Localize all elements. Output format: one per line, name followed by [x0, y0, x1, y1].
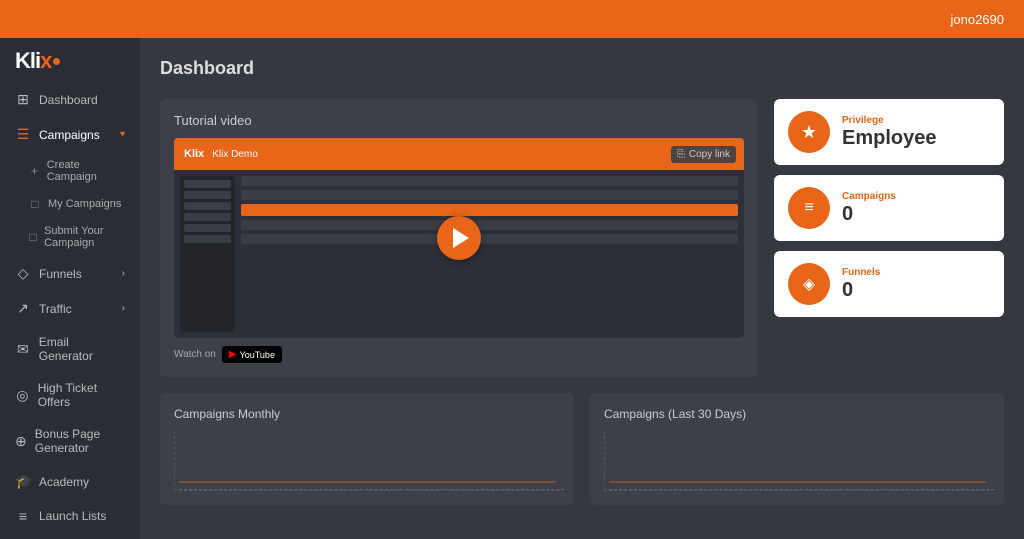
campaigns-monthly-title: Campaigns Monthly	[174, 407, 560, 421]
traffic-icon: ↗	[15, 300, 31, 317]
page-title: Dashboard	[160, 58, 1004, 79]
sidebar-sub-submit-campaign[interactable]: □ Submit Your Campaign	[0, 218, 140, 256]
ticket-icon: ◎	[15, 387, 30, 404]
bonus-page-icon: ⊕	[15, 433, 27, 450]
chart-baseline	[609, 489, 994, 490]
sidebar-item-bonus-page[interactable]: ⊕ Bonus Page Generator	[0, 418, 140, 464]
list-icon: ≡	[15, 508, 31, 524]
campaigns-card-text: Campaigns 0	[842, 191, 896, 226]
youtube-icon: ▶	[229, 349, 237, 360]
sidebar-item-label: Traffic	[39, 302, 72, 316]
video-footer: Watch on ▶ YouTube	[174, 346, 744, 363]
info-cards: ★ Privilege Employee ≡ Campaigns 0	[774, 99, 1004, 377]
campaigns-30days-chart	[604, 431, 990, 491]
video-main-mini	[241, 176, 738, 332]
sidebar-item-email-generator[interactable]: ✉ Email Generator	[0, 326, 140, 372]
funnels-card: ◈ Funnels 0	[774, 251, 1004, 317]
sidebar-item-academy[interactable]: 🎓 Academy	[0, 464, 140, 499]
dashboard-icon: ⊞	[15, 91, 31, 108]
chevron-down-icon: ▾	[120, 129, 125, 140]
funnels-icon-circle: ◈	[788, 263, 830, 305]
sidebar-item-funnels[interactable]: ◇ Funnels ›	[0, 256, 140, 291]
plus-icon: +	[28, 164, 41, 178]
campaigns-label: Campaigns	[842, 191, 896, 202]
campaigns-monthly-svg	[179, 432, 556, 490]
video-demo-title: Klix Demo	[212, 149, 258, 160]
sidebar-sub-label: Create Campaign	[47, 159, 125, 183]
video-klix-logo: Klix	[184, 148, 204, 160]
copy-icon: ⎘	[677, 149, 685, 160]
campaigns-value: 0	[842, 202, 896, 226]
main-layout: Klix ⊞ Dashboard ☰ Campaigns ▾ + Create …	[0, 38, 1024, 539]
sidebar-item-label: Academy	[39, 475, 89, 489]
sidebar-item-label: Campaigns	[39, 128, 100, 142]
funnels-label: Funnels	[842, 267, 880, 278]
top-header: jono2690	[0, 0, 1024, 38]
watch-on-text: Watch on	[174, 349, 216, 360]
logo: Klix	[0, 38, 140, 82]
sidebar-item-label: Email Generator	[39, 335, 125, 363]
video-sidebar-mini	[180, 176, 235, 332]
sidebar-sub-label: My Campaigns	[48, 198, 121, 210]
sidebar-item-label: Funnels	[39, 267, 82, 281]
sidebar-item-label: Dashboard	[39, 93, 98, 107]
sidebar-item-dashboard[interactable]: ⊞ Dashboard	[0, 82, 140, 117]
sidebar-item-label: Launch Lists	[39, 509, 106, 523]
sidebar-item-traffic[interactable]: ↗ Traffic ›	[0, 291, 140, 326]
youtube-label: YouTube	[240, 350, 275, 360]
campaigns-monthly-chart	[174, 431, 560, 491]
campaigns-monthly-panel: Campaigns Monthly	[160, 393, 574, 505]
funnels-card-text: Funnels 0	[842, 267, 880, 302]
star-icon-circle: ★	[788, 111, 830, 153]
sidebar-item-high-ticket[interactable]: ◎ High Ticket Offers	[0, 372, 140, 418]
funnels-value: 0	[842, 278, 880, 302]
campaigns-icon: ☰	[15, 126, 31, 143]
privilege-card-text: Privilege Employee	[842, 115, 936, 150]
sidebar-item-launch-lists[interactable]: ≡ Launch Lists	[0, 499, 140, 533]
youtube-badge[interactable]: ▶ YouTube	[222, 346, 282, 363]
submit-icon: □	[28, 230, 38, 244]
sidebar: Klix ⊞ Dashboard ☰ Campaigns ▾ + Create …	[0, 38, 140, 539]
file-icon: □	[28, 197, 42, 211]
campaigns-30days-svg	[609, 432, 986, 490]
email-icon: ✉	[15, 341, 31, 358]
sidebar-sub-my-campaigns[interactable]: □ My Campaigns	[0, 190, 140, 218]
chart-baseline	[179, 489, 564, 490]
top-row: Tutorial video Klix Klix Demo	[160, 99, 1004, 377]
content-area: Dashboard Tutorial video Klix Klix Demo	[140, 38, 1024, 539]
privilege-card: ★ Privilege Employee	[774, 99, 1004, 165]
video-container[interactable]: Klix Klix Demo	[174, 138, 744, 338]
privilege-value: Employee	[842, 126, 936, 150]
campaigns-30days-title: Campaigns (Last 30 Days)	[604, 407, 990, 421]
sidebar-sub-create-campaign[interactable]: + Create Campaign	[0, 152, 140, 190]
sidebar-sub-label: Submit Your Campaign	[44, 225, 125, 249]
sidebar-item-campaigns[interactable]: ☰ Campaigns ▾	[0, 117, 140, 152]
privilege-label: Privilege	[842, 115, 936, 126]
username-display: jono2690	[951, 12, 1005, 27]
campaigns-30days-panel: Campaigns (Last 30 Days)	[590, 393, 1004, 505]
copy-link-button[interactable]: ⎘ Copy link	[671, 146, 736, 163]
tutorial-video-panel: Tutorial video Klix Klix Demo	[160, 99, 758, 377]
campaigns-icon-circle: ≡	[788, 187, 830, 229]
sidebar-item-label: High Ticket Offers	[38, 381, 125, 409]
charts-row: Campaigns Monthly Campaigns (Last 30 Day…	[160, 393, 1004, 505]
academy-icon: 🎓	[15, 473, 31, 490]
chevron-right-icon: ›	[122, 303, 125, 314]
logo-text: Klix	[15, 48, 51, 74]
funnels-icon: ◇	[15, 265, 31, 282]
sidebar-item-upgrades[interactable]: ↑ Upgrades ›	[0, 533, 140, 539]
video-panel-title: Tutorial video	[174, 113, 744, 128]
sidebar-item-label: Bonus Page Generator	[35, 427, 125, 455]
campaigns-card: ≡ Campaigns 0	[774, 175, 1004, 241]
play-button[interactable]	[437, 216, 481, 260]
chevron-right-icon: ›	[122, 268, 125, 279]
